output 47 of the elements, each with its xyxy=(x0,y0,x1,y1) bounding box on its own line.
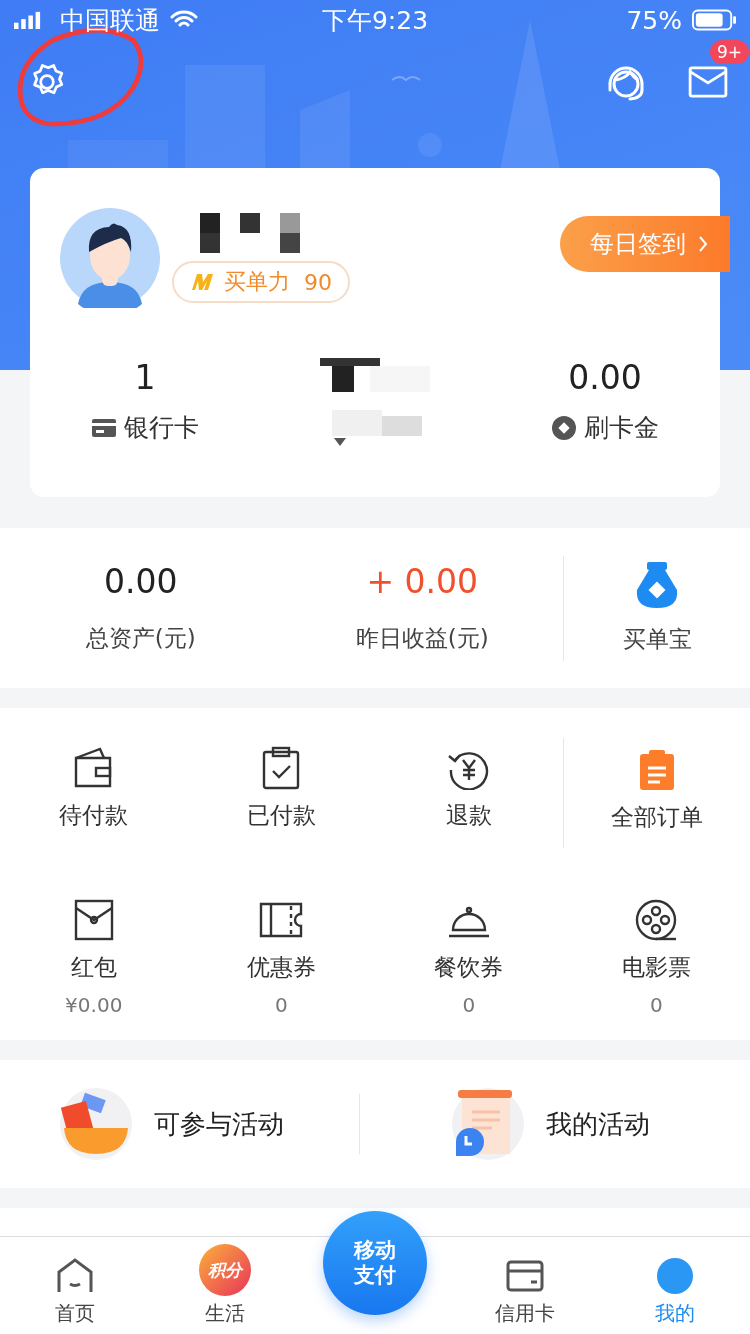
stat-value: 1 xyxy=(134,358,156,397)
buying-power-value: 90 xyxy=(304,269,332,295)
tab-item[interactable]: 积分 生活 xyxy=(170,1237,280,1334)
asset-value: 0.00 xyxy=(104,562,178,601)
m-icon xyxy=(190,273,216,291)
order-label[interactable]: 待付款 xyxy=(59,800,129,831)
coin-icon xyxy=(551,415,576,440)
wallet-label[interactable]: 红包 xyxy=(70,952,117,983)
money-bag-icon[interactable] xyxy=(635,561,679,608)
order-label[interactable]: 退款 xyxy=(445,800,492,831)
battery-icon xyxy=(692,9,736,31)
status-time: 下午9:23 xyxy=(321,4,429,37)
tab-item[interactable]: 我的 xyxy=(620,1237,730,1334)
stat-value: 0.00 xyxy=(568,358,642,397)
order-label[interactable]: 全部订单 xyxy=(610,802,703,833)
scroll-clock-icon[interactable] xyxy=(451,1088,524,1160)
asset-label: 昨日收益(元) xyxy=(355,624,489,653)
wallet-label[interactable]: 优惠券 xyxy=(246,952,316,983)
asset-value: + 0.00 xyxy=(366,562,479,601)
profile-icon xyxy=(655,1256,695,1296)
bank-card-icon xyxy=(91,418,116,437)
activity-label[interactable]: 我的活动 xyxy=(545,1106,650,1142)
points-badge: 积分 xyxy=(199,1244,251,1296)
tab-item[interactable]: 首页 xyxy=(20,1237,130,1334)
chevron-icon xyxy=(698,235,708,253)
film-reel-icon[interactable] xyxy=(634,898,679,942)
mobile-pay-button[interactable]: 移动支付 xyxy=(323,1211,427,1315)
wallet-value: 0 xyxy=(274,993,288,1017)
avatar[interactable] xyxy=(60,208,160,308)
asset-label: 总资产(元) xyxy=(85,624,196,653)
wallet-value: 0 xyxy=(649,993,663,1017)
wallet-value: 0 xyxy=(462,993,476,1017)
mail-icon[interactable] xyxy=(688,66,728,98)
activity-label[interactable]: 可参与活动 xyxy=(154,1106,284,1142)
buying-power-label: 买单力 xyxy=(224,268,290,296)
battery-percent: 75% xyxy=(626,5,682,35)
stat-label: 刷卡金 xyxy=(583,412,659,444)
stat-label: 银行卡 xyxy=(123,412,199,444)
gift-box-icon[interactable] xyxy=(60,1088,132,1160)
order-label[interactable]: 已付款 xyxy=(246,800,316,831)
carrier-name: 中国联通 xyxy=(60,4,160,37)
unread-badge: 9+ xyxy=(710,40,750,64)
wallet-label[interactable]: 餐饮券 xyxy=(434,952,504,983)
tab-item[interactable]: 信用卡 xyxy=(470,1237,580,1334)
bag-label[interactable]: 买单宝 xyxy=(622,623,692,655)
wallet-label[interactable]: 电影票 xyxy=(621,952,691,983)
wallet-value: ¥0.00 xyxy=(65,993,123,1017)
